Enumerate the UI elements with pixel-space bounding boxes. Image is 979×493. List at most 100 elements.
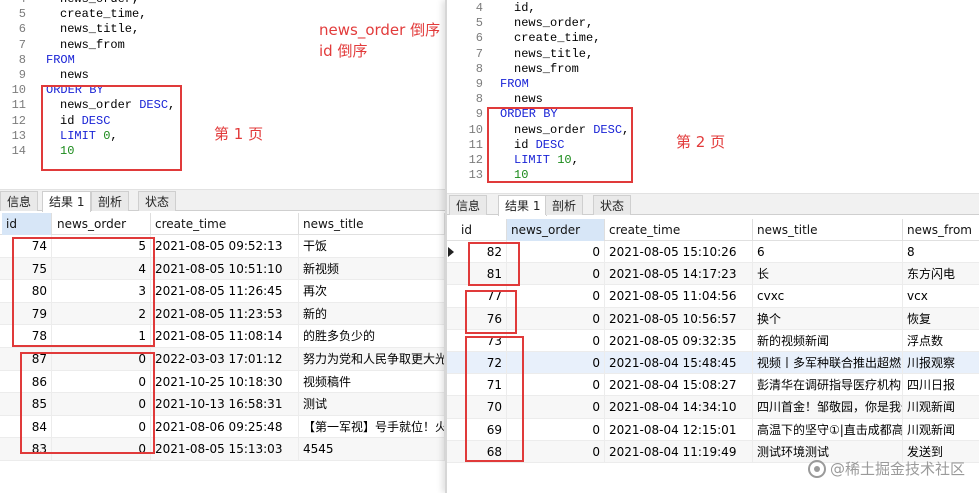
table-row[interactable]: 72 0 2021-08-04 15:48:45 视频丨多军种联合推出超燃 川报观察 bbox=[447, 352, 979, 375]
cell-create-time[interactable]: 2021-08-05 09:32:35 bbox=[605, 329, 753, 352]
line-number: 10 bbox=[11, 83, 26, 98]
cell-news-title[interactable]: 长 bbox=[753, 263, 903, 286]
cell-news-order[interactable]: 0 bbox=[507, 307, 605, 330]
cell-create-time[interactable]: 2021-08-05 15:13:03 bbox=[151, 438, 299, 461]
group-82-81-box bbox=[468, 242, 520, 286]
result-tabs: 信息 结果 1 剖析 状态 bbox=[0, 189, 445, 212]
cell-news-order[interactable]: 0 bbox=[507, 285, 605, 308]
juejin-logo-icon bbox=[807, 459, 826, 478]
tab-3[interactable]: 状态 bbox=[593, 195, 632, 215]
cell-create-time[interactable]: 2021-08-05 11:26:45 bbox=[151, 280, 299, 303]
cell-news-from[interactable]: 恢复 bbox=[903, 308, 979, 330]
line-number: 7 bbox=[475, 46, 483, 61]
table-row[interactable]: 73 0 2021-08-05 09:32:35 新的视频新闻 浮点数 bbox=[447, 329, 979, 352]
sql-keyword: FROM bbox=[46, 52, 75, 67]
cell-create-time[interactable]: 2021-08-06 09:25:48 bbox=[151, 415, 299, 439]
cell-news-from[interactable]: 8 bbox=[903, 241, 979, 263]
cell-create-time[interactable]: 2021-08-05 10:56:57 bbox=[605, 307, 753, 330]
sql-token: id, bbox=[514, 1, 536, 15]
cell-news-title[interactable]: 努力为党和人民争取更大光 bbox=[299, 348, 445, 371]
column-header-id[interactable]: id bbox=[2, 213, 52, 235]
table-row[interactable]: 77 0 2021-08-05 11:04:56 cvxc vcx bbox=[447, 285, 979, 308]
cell-create-time[interactable]: 2021-08-05 10:51:10 bbox=[151, 257, 299, 281]
cell-news-from[interactable]: 东方闪电 bbox=[903, 263, 979, 285]
column-header-news-order[interactable]: news_order bbox=[507, 219, 605, 241]
code-text: FROM bbox=[46, 53, 75, 68]
code-line: 8 news_from bbox=[447, 62, 979, 77]
cell-news-title[interactable]: 高温下的坚守①|直击成都高 bbox=[753, 418, 903, 441]
cell-news-title[interactable]: 视频稿件 bbox=[299, 370, 445, 394]
cell-create-time[interactable]: 2021-08-04 14:34:10 bbox=[605, 396, 753, 419]
cell-news-title[interactable]: 新的 bbox=[299, 302, 445, 326]
table-row[interactable]: 71 0 2021-08-04 15:08:27 彭清华在调研指导医疗机构 四川日报 bbox=[447, 374, 979, 397]
cell-create-time[interactable]: 2021-08-05 11:04:56 bbox=[605, 285, 753, 308]
column-header-create-time[interactable]: create_time bbox=[605, 219, 753, 241]
right-query-window: 4 id, 5 news_order, 6 create_time, 7 news_title… bbox=[445, 0, 979, 493]
tab-0[interactable]: 信息 bbox=[0, 191, 39, 211]
cell-create-time[interactable]: 2021-08-05 14:17:23 bbox=[605, 263, 753, 286]
column-header-news-order[interactable]: news_order bbox=[53, 213, 151, 235]
cell-news-from[interactable]: 川报观察 bbox=[903, 352, 979, 374]
line-number: 9 bbox=[18, 68, 26, 82]
line-number: 6 bbox=[475, 31, 483, 46]
cell-news-title[interactable]: 新的视频新闻 bbox=[753, 329, 903, 352]
cell-news-title[interactable]: 换个 bbox=[753, 307, 903, 330]
tab-1[interactable]: 结果 1 bbox=[498, 195, 548, 216]
zero-order-highlight-box bbox=[20, 352, 155, 454]
column-header-news-from[interactable]: news_from bbox=[903, 219, 979, 241]
column-header-news-title[interactable]: news_title bbox=[299, 213, 445, 235]
cell-create-time[interactable]: 2021-08-05 09:52:13 bbox=[151, 235, 299, 258]
cell-create-time[interactable]: 2021-08-05 11:08:14 bbox=[151, 325, 299, 348]
cell-news-title[interactable]: cvxc bbox=[753, 285, 903, 308]
table-row[interactable]: 81 0 2021-08-05 14:17:23 长东方闪电 bbox=[447, 263, 979, 286]
cell-news-title[interactable]: 新视频 bbox=[299, 257, 445, 281]
cell-news-title[interactable]: 测试 bbox=[299, 393, 445, 416]
cell-news-title[interactable]: 视频丨多军种联合推出超燃 bbox=[753, 352, 903, 375]
cell-news-from[interactable]: 川观新闻 bbox=[903, 419, 979, 441]
sql-token: news_title, bbox=[60, 22, 140, 37]
cell-news-from[interactable]: 川观新闻 bbox=[903, 396, 979, 418]
cell-news-title[interactable]: 的胜多负少的 bbox=[299, 325, 445, 348]
table-row[interactable]: 69 0 2021-08-04 12:15:01 高温下的坚守①|直击成都高 川观新闻 bbox=[447, 418, 979, 441]
tab-1[interactable]: 结果 1 bbox=[42, 191, 92, 212]
cell-create-time[interactable]: 2021-08-04 12:15:01 bbox=[605, 418, 753, 441]
cell-news-order[interactable]: 0 bbox=[507, 263, 605, 286]
cell-create-time[interactable]: 2021-10-25 10:18:30 bbox=[151, 370, 299, 394]
cell-news-title[interactable]: 6 bbox=[753, 241, 903, 264]
tab-2[interactable]: 剖析 bbox=[545, 195, 584, 215]
cell-news-from[interactable]: 浮点数 bbox=[903, 330, 979, 352]
tab-0[interactable]: 信息 bbox=[449, 195, 488, 215]
column-header-news-title[interactable]: news_title bbox=[753, 219, 903, 241]
cell-create-time[interactable]: 2021-08-04 15:08:27 bbox=[605, 374, 753, 397]
cell-news-from[interactable]: 四川日报 bbox=[903, 374, 979, 396]
cell-news-title[interactable]: 4545 bbox=[299, 438, 445, 461]
cell-create-time[interactable]: 2022-03-03 17:01:12 bbox=[151, 348, 299, 371]
sql-token: news bbox=[514, 92, 543, 107]
cell-create-time[interactable]: 2021-10-13 16:58:31 bbox=[151, 393, 299, 416]
line-number: 11 bbox=[11, 98, 26, 113]
code-text: create_time, bbox=[60, 7, 146, 22]
result-tabs: 信息 结果 1 剖析 状态 bbox=[447, 193, 979, 216]
cell-create-time[interactable]: 2021-08-05 15:10:26 bbox=[605, 241, 753, 264]
table-row[interactable]: 76 0 2021-08-05 10:56:57 换个 恢复 bbox=[447, 307, 979, 330]
cell-news-title[interactable]: 再次 bbox=[299, 280, 445, 303]
cell-create-time[interactable]: 2021-08-04 11:19:49 bbox=[605, 440, 753, 463]
column-header-id[interactable]: id bbox=[457, 219, 507, 241]
line-number: 5 bbox=[475, 16, 483, 31]
table-row[interactable]: 70 0 2021-08-04 14:34:10 四川首金！邹敬园，你是我们 川观新闻 bbox=[447, 396, 979, 419]
cell-create-time[interactable]: 2021-08-05 11:23:53 bbox=[151, 302, 299, 326]
line-number: 5 bbox=[18, 7, 26, 22]
line-number: 8 bbox=[18, 52, 26, 67]
cell-create-time[interactable]: 2021-08-04 15:48:45 bbox=[605, 352, 753, 375]
sql-token: news_order, bbox=[60, 0, 139, 6]
cell-news-title[interactable]: 干饭 bbox=[299, 235, 445, 258]
table-row[interactable]: 82 0 2021-08-05 15:10:26 6 8 bbox=[447, 241, 979, 264]
cell-news-title[interactable]: 彭清华在调研指导医疗机构 bbox=[753, 374, 903, 397]
cell-news-order[interactable]: 0 bbox=[507, 241, 605, 264]
column-header-create-time[interactable]: create_time bbox=[151, 213, 299, 235]
tab-2[interactable]: 剖析 bbox=[91, 191, 130, 211]
tab-3[interactable]: 状态 bbox=[138, 191, 177, 211]
cell-news-title[interactable]: 【第一军视】号手就位！火 bbox=[299, 415, 445, 439]
cell-news-from[interactable]: vcx bbox=[903, 285, 979, 307]
cell-news-title[interactable]: 四川首金！邹敬园，你是我们 bbox=[753, 396, 903, 419]
